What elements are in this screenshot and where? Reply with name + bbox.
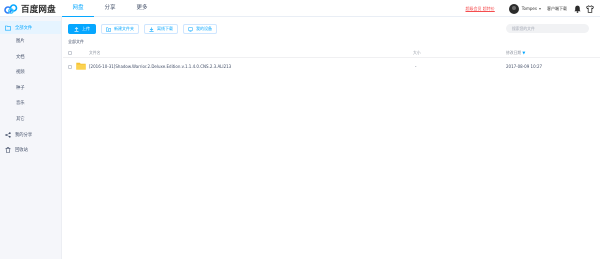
toolbar: 上传 新建文件夹 离线下载 我的设备	[68, 24, 222, 34]
logo[interactable]: 百度网盘	[4, 3, 56, 15]
logo-text: 百度网盘	[21, 4, 56, 15]
sidebar-item-images[interactable]: 图片	[0, 34, 61, 50]
sidebar-item-my-shares[interactable]: 我的分享	[0, 128, 61, 141]
tab-share[interactable]: 分享	[94, 0, 126, 17]
sidebar-item-torrents[interactable]: 种子	[0, 81, 61, 97]
avatar[interactable]	[508, 3, 519, 14]
offline-download-button[interactable]: 离线下载	[144, 24, 178, 34]
main-nav: 网盘 分享 更多	[62, 0, 158, 17]
column-date-label: 修改日期	[506, 50, 522, 55]
chevron-down-icon[interactable]: ▾	[539, 6, 541, 11]
table-row[interactable]: [2016-10-31]Shadow.Warrior.2.Deluxe.Edit…	[63, 59, 600, 74]
upload-label: 上传	[82, 26, 90, 31]
shirt-icon[interactable]	[586, 4, 594, 13]
file-date: 2017-08-09 10:27	[506, 64, 543, 69]
sidebar-item-recycle-bin[interactable]: 回收站	[0, 143, 61, 156]
sidebar-item-label: 回收站	[15, 147, 28, 153]
sort-desc-icon: ▼	[522, 50, 526, 55]
new-folder-label: 新建文件夹	[114, 26, 134, 31]
upload-button[interactable]: 上传	[68, 24, 96, 34]
new-folder-button[interactable]: 新建文件夹	[101, 24, 139, 34]
device-icon	[188, 26, 193, 32]
folder-icon	[5, 25, 11, 30]
sidebar-item-all-files[interactable]: 全部文件	[0, 21, 61, 34]
bell-icon[interactable]	[574, 5, 581, 13]
username[interactable]: Tompes	[522, 6, 537, 11]
sidebar-item-documents[interactable]: 文档	[0, 50, 61, 66]
tab-more[interactable]: 更多	[126, 0, 158, 17]
select-all-checkbox[interactable]	[68, 50, 72, 55]
sidebar-item-label: 我的分享	[15, 132, 33, 138]
vip-promo-link[interactable]: 超级会员 超特价	[466, 6, 495, 12]
top-bar: 百度网盘 网盘 分享 更多 超级会员 超特价 Tompes ▾ 客户端下载	[0, 0, 600, 17]
download-client-link[interactable]: 客户端下载	[547, 6, 567, 12]
tab-netdisk[interactable]: 网盘	[62, 0, 94, 17]
header-right: 超级会员 超特价 Tompes ▾ 客户端下载	[466, 0, 600, 17]
share-icon	[5, 131, 11, 138]
file-name[interactable]: [2016-10-31]Shadow.Warrior.2.Deluxe.Edit…	[89, 64, 231, 69]
breadcrumb[interactable]: 全部文件	[68, 39, 84, 45]
offline-download-label: 离线下载	[157, 26, 173, 31]
row-checkbox[interactable]	[68, 64, 72, 69]
search-input[interactable]	[506, 24, 589, 33]
sidebar-item-videos[interactable]: 视频	[0, 65, 61, 81]
column-date[interactable]: 修改日期 ▼	[506, 50, 525, 56]
sidebar-item-label: 全部文件	[15, 25, 33, 31]
sidebar-item-music[interactable]: 音乐	[0, 96, 61, 112]
file-size: -	[415, 64, 417, 69]
folder-icon	[76, 62, 86, 70]
download-icon	[149, 26, 154, 32]
new-folder-icon	[106, 27, 111, 32]
my-devices-label: 我的设备	[196, 26, 212, 31]
baidu-cloud-logo-icon	[4, 3, 18, 14]
sidebar: 全部文件 图片 文档 视频 种子 音乐 其它 我的分享 回收站	[0, 17, 62, 259]
trash-icon	[5, 146, 11, 153]
my-devices-button[interactable]: 我的设备	[183, 24, 217, 34]
sidebar-item-other[interactable]: 其它	[0, 112, 61, 128]
column-name[interactable]: 文件名	[89, 50, 100, 56]
column-size[interactable]: 大小	[413, 50, 421, 56]
upload-icon	[74, 26, 79, 32]
table-header: 文件名 大小 修改日期 ▼	[63, 47, 600, 58]
